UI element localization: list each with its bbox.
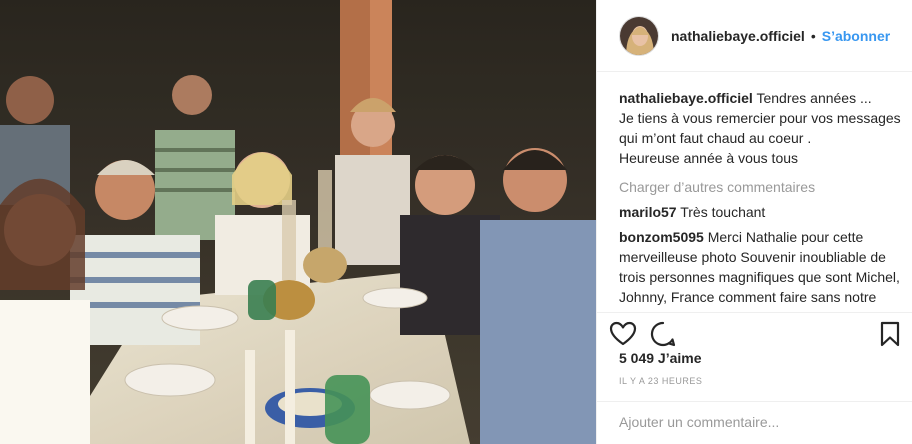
load-more-comments-button[interactable]: Charger d’autres commentaires xyxy=(619,177,904,197)
post-sidebar: nathaliebaye.officiel • S’abonner nathal… xyxy=(596,0,912,444)
follow-button[interactable]: S’abonner xyxy=(822,28,890,44)
post-actions: 5 049 J’aime IL Y A 23 HEURES Ajouter un… xyxy=(597,312,912,432)
caption: nathaliebaye.officiel Tendres années ...… xyxy=(619,88,904,168)
comment-bubble-icon[interactable] xyxy=(647,318,679,350)
avatar[interactable] xyxy=(619,15,659,56)
post-timestamp[interactable]: IL Y A 23 HEURES xyxy=(619,376,702,386)
caption-username[interactable]: nathaliebaye.officiel xyxy=(619,90,753,106)
separator-dot: • xyxy=(810,27,816,44)
header-username[interactable]: nathaliebaye.officiel xyxy=(671,28,805,44)
comment-text: Très touchant xyxy=(680,204,766,220)
comment-item: marilo57 Très touchant xyxy=(619,202,904,222)
instagram-post: nathaliebaye.officiel • S’abonner nathal… xyxy=(0,0,912,444)
post-header: nathaliebaye.officiel • S’abonner xyxy=(597,0,912,72)
comment-username[interactable]: bonzom5095 xyxy=(619,229,704,245)
bookmark-icon[interactable] xyxy=(874,318,906,350)
comment-username[interactable]: marilo57 xyxy=(619,204,677,220)
avatar-image xyxy=(620,16,658,55)
post-photo[interactable] xyxy=(0,0,596,444)
comments-section: nathaliebaye.officiel Tendres années ...… xyxy=(619,88,904,310)
heart-icon[interactable] xyxy=(607,318,639,350)
action-icon-row xyxy=(607,318,902,352)
likes-count[interactable]: 5 049 J’aime xyxy=(619,350,702,366)
dinner-party-photo xyxy=(0,0,596,444)
comment-item: bonzom5095 Merci Nathalie pour cette mer… xyxy=(619,227,904,310)
add-comment-input[interactable]: Ajouter un commentaire... xyxy=(597,401,912,441)
